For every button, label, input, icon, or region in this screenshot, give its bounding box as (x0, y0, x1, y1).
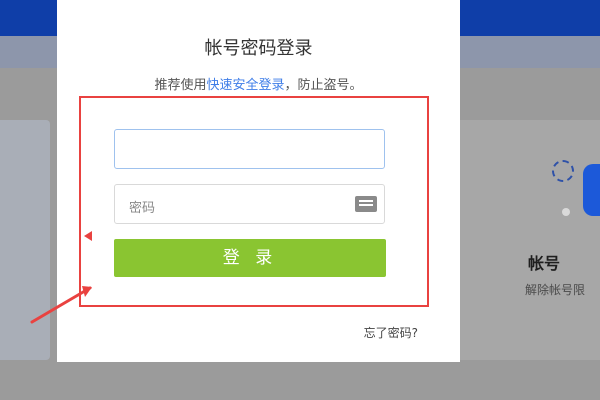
password-placeholder: 密码 (129, 201, 156, 216)
subtitle-suffix: ，防止盗号。 (284, 78, 363, 93)
subtitle-prefix: 推荐使用 (154, 78, 207, 93)
modal-title: 帐号密码登录 (204, 38, 313, 59)
modal-subtitle: 推荐使用快速安全登录，防止盗号。 (57, 74, 460, 93)
keyboard-icon[interactable] (355, 196, 377, 212)
dashed-ring-icon (552, 160, 574, 182)
background-card-subtitle: 解除帐号限 (525, 283, 586, 297)
blue-decoration-icon (583, 164, 600, 216)
quick-login-link[interactable]: 快速安全登录 (206, 78, 284, 93)
background-card-right (458, 120, 600, 360)
username-input[interactable] (114, 129, 385, 169)
background-card-title: 帐号 (528, 254, 561, 273)
login-button[interactable]: 登 录 (114, 239, 386, 277)
password-input[interactable]: 密码 (114, 184, 385, 224)
forgot-password-link[interactable]: 忘了密码? (364, 324, 418, 341)
dot-icon (562, 208, 570, 216)
arrowhead-icon (84, 231, 92, 241)
pointer-arrow-icon (30, 286, 92, 324)
